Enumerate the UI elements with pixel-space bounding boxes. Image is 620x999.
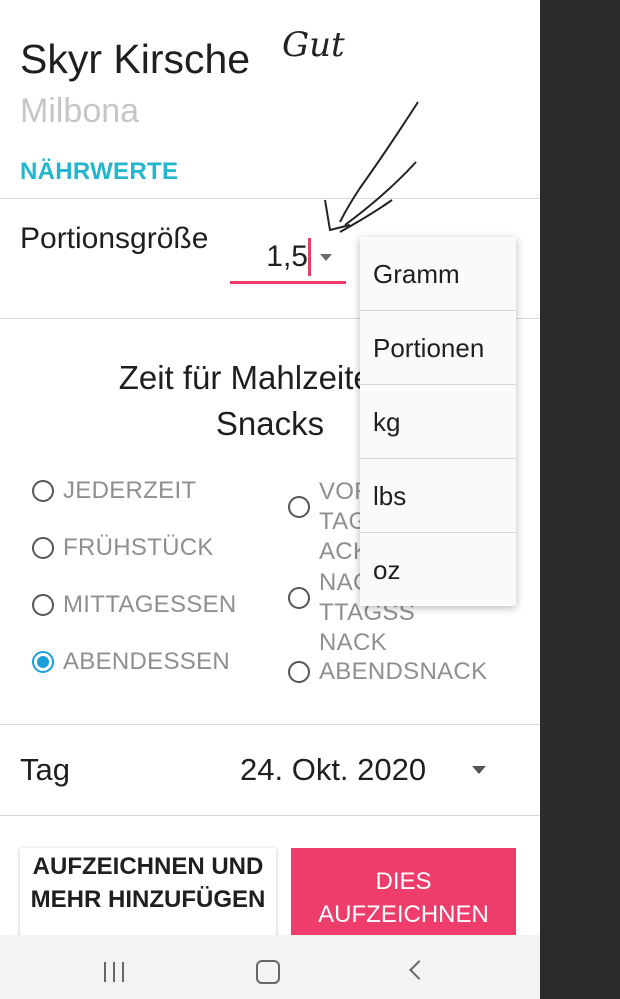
unit-option-kg[interactable]: kg bbox=[360, 385, 516, 459]
date-dropdown-caret-icon[interactable] bbox=[472, 766, 486, 774]
radio-vormittagssnack[interactable] bbox=[288, 496, 310, 518]
nutrition-link[interactable]: NÄHRWERTE bbox=[20, 158, 178, 186]
portion-label: Portionsgröße bbox=[20, 222, 209, 255]
radio-abendsnack[interactable] bbox=[288, 661, 310, 683]
radio-label-jederzeit[interactable]: JEDERZEIT bbox=[63, 476, 196, 506]
portion-input[interactable]: 1,5 bbox=[230, 240, 308, 280]
radio-label-abendessen[interactable]: ABENDESSEN bbox=[63, 647, 230, 677]
radio-nachmittagssnack[interactable] bbox=[288, 587, 310, 609]
radio-abendessen[interactable] bbox=[32, 651, 54, 673]
recent-apps-icon[interactable] bbox=[104, 962, 128, 982]
text-cursor bbox=[308, 238, 311, 276]
unit-option-lbs[interactable]: lbs bbox=[360, 459, 516, 533]
divider bbox=[0, 724, 540, 725]
radio-jederzeit[interactable] bbox=[32, 480, 54, 502]
home-icon[interactable] bbox=[256, 960, 280, 984]
unit-dropdown-menu: Gramm Portionen kg lbs oz bbox=[360, 237, 516, 606]
unit-option-gramm[interactable]: Gramm bbox=[360, 237, 516, 311]
radio-fruehstueck[interactable] bbox=[32, 537, 54, 559]
divider bbox=[0, 815, 540, 816]
radio-mittagessen[interactable] bbox=[32, 594, 54, 616]
unit-option-oz[interactable]: oz bbox=[360, 533, 516, 607]
day-label: Tag bbox=[20, 752, 70, 787]
radio-label-abendsnack[interactable]: ABENDSNACK bbox=[319, 657, 487, 687]
product-name: Skyr Kirsche bbox=[20, 36, 251, 82]
food-entry-screen: Skyr Kirsche Milbona NÄHRWERTE Portionsg… bbox=[0, 0, 540, 999]
date-selector[interactable]: 24. Okt. 2020 bbox=[240, 752, 426, 788]
divider bbox=[0, 198, 540, 199]
radio-label-mittagessen[interactable]: MITTAGESSEN bbox=[63, 590, 237, 620]
product-brand: Milbona bbox=[20, 92, 140, 130]
radio-label-fruehstueck[interactable]: FRÜHSTÜCK bbox=[63, 533, 214, 563]
unit-dropdown-caret-icon[interactable] bbox=[320, 254, 332, 261]
unit-option-portionen[interactable]: Portionen bbox=[360, 311, 516, 385]
portion-input-underline bbox=[230, 281, 346, 284]
screen-edge-background bbox=[540, 0, 620, 999]
